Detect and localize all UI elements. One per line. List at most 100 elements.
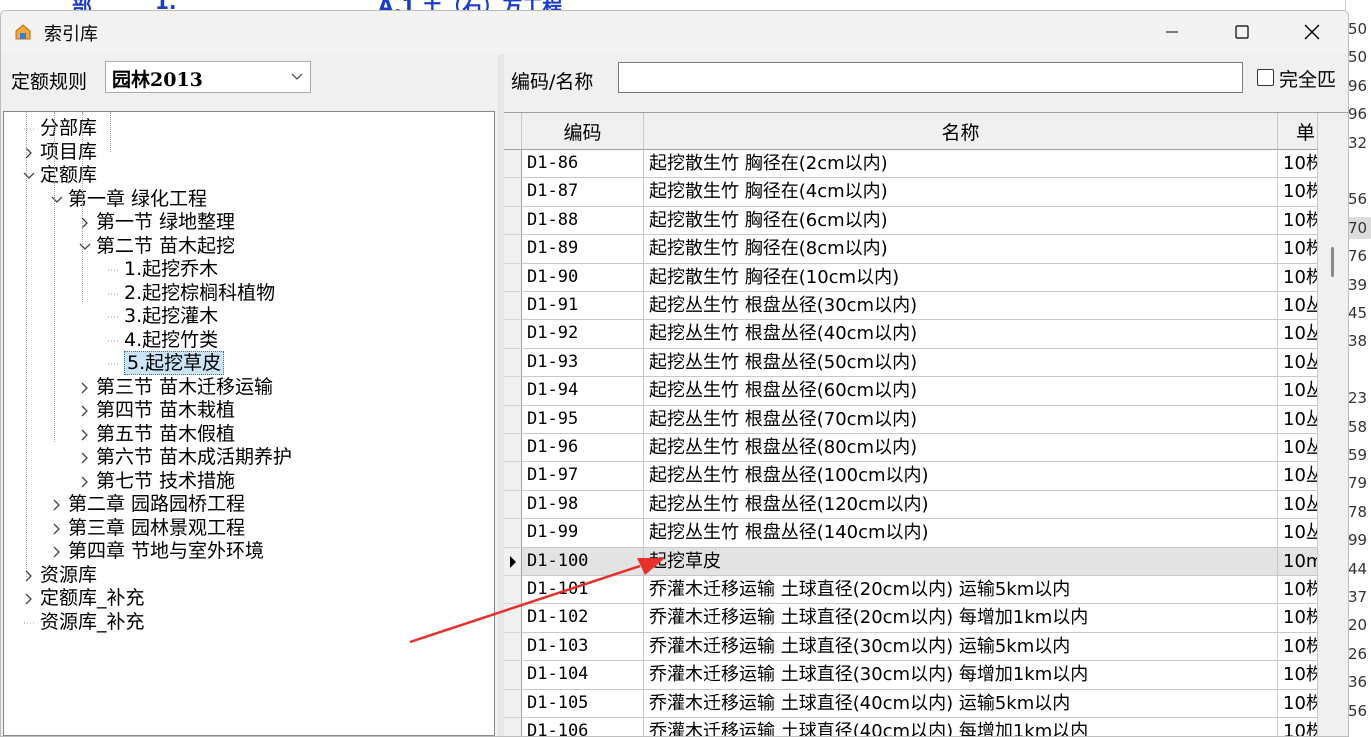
- row-header[interactable]: [504, 377, 522, 406]
- row-header[interactable]: [504, 405, 522, 434]
- tree-node[interactable]: 4.起挖竹类: [108, 329, 218, 352]
- table-row[interactable]: D1-105乔灌木迁移运输 土球直径(40cm以内) 运输5km以内10株: [504, 689, 1318, 718]
- cell-name[interactable]: 起挖丛生竹 根盘丛径(30cm以内): [644, 292, 1278, 321]
- cell-unit[interactable]: 10m²: [1278, 547, 1318, 576]
- cell-code[interactable]: D1-92: [522, 320, 644, 349]
- table-scrollbar[interactable]: [1318, 113, 1348, 736]
- cell-name[interactable]: 乔灌木迁移运输 土球直径(30cm以内) 运输5km以内: [644, 632, 1278, 662]
- tree-node[interactable]: 定额库_补充: [25, 587, 145, 610]
- cell-unit[interactable]: 10株: [1278, 150, 1318, 179]
- minimize-button[interactable]: [1137, 11, 1207, 53]
- cell-code[interactable]: D1-105: [522, 689, 644, 718]
- chevron-right-icon[interactable]: [78, 399, 92, 422]
- tree-node[interactable]: 项目库: [25, 141, 97, 164]
- cell-name[interactable]: 起挖草皮: [644, 547, 1278, 576]
- tree-node[interactable]: 第三节 苗木迁移运输: [81, 376, 273, 399]
- table-row[interactable]: D1-93起挖丛生竹 根盘丛径(50cm以内)10丛: [504, 348, 1318, 378]
- tree-node[interactable]: 5.起挖草皮: [108, 351, 225, 375]
- cell-unit[interactable]: 10丛: [1278, 490, 1318, 520]
- tree-node[interactable]: 第一章 绿化工程: [51, 188, 207, 211]
- close-button[interactable]: [1277, 11, 1347, 53]
- row-header[interactable]: [504, 150, 522, 179]
- row-header[interactable]: [504, 434, 522, 463]
- cell-unit[interactable]: 10株: [1278, 235, 1318, 264]
- cell-code[interactable]: D1-100: [522, 547, 644, 576]
- tree-node[interactable]: 1.起挖乔木: [108, 258, 218, 281]
- cell-code[interactable]: D1-86: [522, 150, 644, 179]
- tree-node[interactable]: 第二章 园路园桥工程: [53, 493, 245, 516]
- cell-code[interactable]: D1-97: [522, 462, 644, 491]
- cell-name[interactable]: 起挖散生竹 胸径在(8cm以内): [644, 235, 1278, 264]
- row-header[interactable]: [504, 490, 522, 520]
- chevron-down-icon[interactable]: [78, 235, 92, 258]
- cell-name[interactable]: 乔灌木迁移运输 土球直径(40cm以内) 运输5km以内: [644, 689, 1278, 718]
- table-row[interactable]: D1-102乔灌木迁移运输 土球直径(20cm以内) 每增加1km以内10株: [504, 604, 1318, 633]
- table-row[interactable]: D1-95起挖丛生竹 根盘丛径(70cm以内)10丛: [504, 405, 1318, 434]
- table-row[interactable]: D1-86起挖散生竹 胸径在(2cm以内)10株: [504, 150, 1318, 179]
- chevron-right-icon[interactable]: [78, 211, 92, 234]
- chevron-right-icon[interactable]: [22, 587, 36, 610]
- tree-node[interactable]: 第六节 苗木成活期养护: [81, 446, 292, 469]
- cell-name[interactable]: 起挖丛生竹 根盘丛径(40cm以内): [644, 320, 1278, 349]
- tree-node[interactable]: 资源库: [25, 564, 97, 587]
- table-row[interactable]: D1-90起挖散生竹 胸径在(10cm以内)10株: [504, 263, 1318, 292]
- tree-node[interactable]: 第七节 技术措施: [81, 470, 235, 493]
- cell-unit[interactable]: 10株: [1278, 661, 1318, 690]
- tree-node[interactable]: 2.起挖棕榈科植物: [108, 282, 275, 305]
- cell-code[interactable]: D1-91: [522, 292, 644, 321]
- table-row[interactable]: D1-100起挖草皮10m²: [504, 547, 1318, 576]
- cell-name[interactable]: 起挖丛生竹 根盘丛径(120cm以内): [644, 490, 1278, 520]
- table-row[interactable]: D1-99起挖丛生竹 根盘丛径(140cm以内)10丛: [504, 519, 1318, 548]
- tree-node[interactable]: 第四章 节地与室外环境: [53, 540, 264, 563]
- exact-match-checkbox[interactable]: [1257, 69, 1274, 86]
- cell-name[interactable]: 乔灌木迁移运输 土球直径(40cm以内) 每增加1km以内: [644, 718, 1278, 736]
- tree-node[interactable]: 分部库: [24, 117, 97, 140]
- table-row[interactable]: D1-88起挖散生竹 胸径在(6cm以内)10株: [504, 206, 1318, 236]
- row-header[interactable]: [504, 263, 522, 292]
- row-header[interactable]: [504, 348, 522, 378]
- cell-name[interactable]: 起挖散生竹 胸径在(6cm以内): [644, 206, 1278, 236]
- chevron-right-icon[interactable]: [78, 446, 92, 469]
- tree-node[interactable]: 第三章 园林景观工程: [53, 517, 245, 540]
- row-header[interactable]: [504, 547, 522, 576]
- row-header[interactable]: [504, 320, 522, 349]
- cell-name[interactable]: 起挖丛生竹 根盘丛径(70cm以内): [644, 405, 1278, 434]
- row-header[interactable]: [504, 292, 522, 321]
- chevron-right-icon[interactable]: [22, 564, 36, 587]
- cell-unit[interactable]: 10株: [1278, 632, 1318, 662]
- scrollbar-thumb[interactable]: [1331, 247, 1334, 277]
- tree-node[interactable]: 定额库: [23, 164, 97, 187]
- chevron-right-icon[interactable]: [50, 517, 64, 540]
- table-row[interactable]: D1-89起挖散生竹 胸径在(8cm以内)10株: [504, 235, 1318, 264]
- cell-code[interactable]: D1-89: [522, 235, 644, 264]
- chevron-down-icon[interactable]: [22, 164, 36, 187]
- cell-unit[interactable]: 10株: [1278, 604, 1318, 633]
- table-row[interactable]: D1-103乔灌木迁移运输 土球直径(30cm以内) 运输5km以内10株: [504, 632, 1318, 662]
- cell-code[interactable]: D1-87: [522, 178, 644, 207]
- chevron-right-icon[interactable]: [50, 493, 64, 516]
- cell-unit[interactable]: 10丛: [1278, 519, 1318, 548]
- cell-code[interactable]: D1-88: [522, 206, 644, 236]
- row-header[interactable]: [504, 718, 522, 736]
- cell-name[interactable]: 起挖丛生竹 根盘丛径(60cm以内): [644, 377, 1278, 406]
- cell-unit[interactable]: 10丛: [1278, 292, 1318, 321]
- table-row[interactable]: D1-92起挖丛生竹 根盘丛径(40cm以内)10丛: [504, 320, 1318, 349]
- table-row[interactable]: D1-87起挖散生竹 胸径在(4cm以内)10株: [504, 178, 1318, 207]
- cell-unit[interactable]: 10丛: [1278, 434, 1318, 463]
- cell-unit[interactable]: 10株: [1278, 718, 1318, 736]
- cell-code[interactable]: D1-101: [522, 576, 644, 605]
- tree-node[interactable]: 3.起挖灌木: [108, 305, 218, 328]
- chevron-right-icon[interactable]: [78, 376, 92, 399]
- row-header[interactable]: [504, 519, 522, 548]
- column-header-name[interactable]: 名称: [644, 113, 1278, 150]
- cell-code[interactable]: D1-102: [522, 604, 644, 633]
- tree-node[interactable]: 第四节 苗木栽植: [81, 399, 235, 422]
- cell-name[interactable]: 起挖丛生竹 根盘丛径(100cm以内): [644, 462, 1278, 491]
- cell-name[interactable]: 乔灌木迁移运输 土球直径(30cm以内) 每增加1km以内: [644, 661, 1278, 690]
- cell-name[interactable]: 起挖散生竹 胸径在(10cm以内): [644, 263, 1278, 292]
- table-row[interactable]: D1-97起挖丛生竹 根盘丛径(100cm以内)10丛: [504, 462, 1318, 491]
- row-header[interactable]: [504, 689, 522, 718]
- cell-code[interactable]: D1-96: [522, 434, 644, 463]
- cell-code[interactable]: D1-99: [522, 519, 644, 548]
- cell-name[interactable]: 起挖散生竹 胸径在(2cm以内): [644, 150, 1278, 179]
